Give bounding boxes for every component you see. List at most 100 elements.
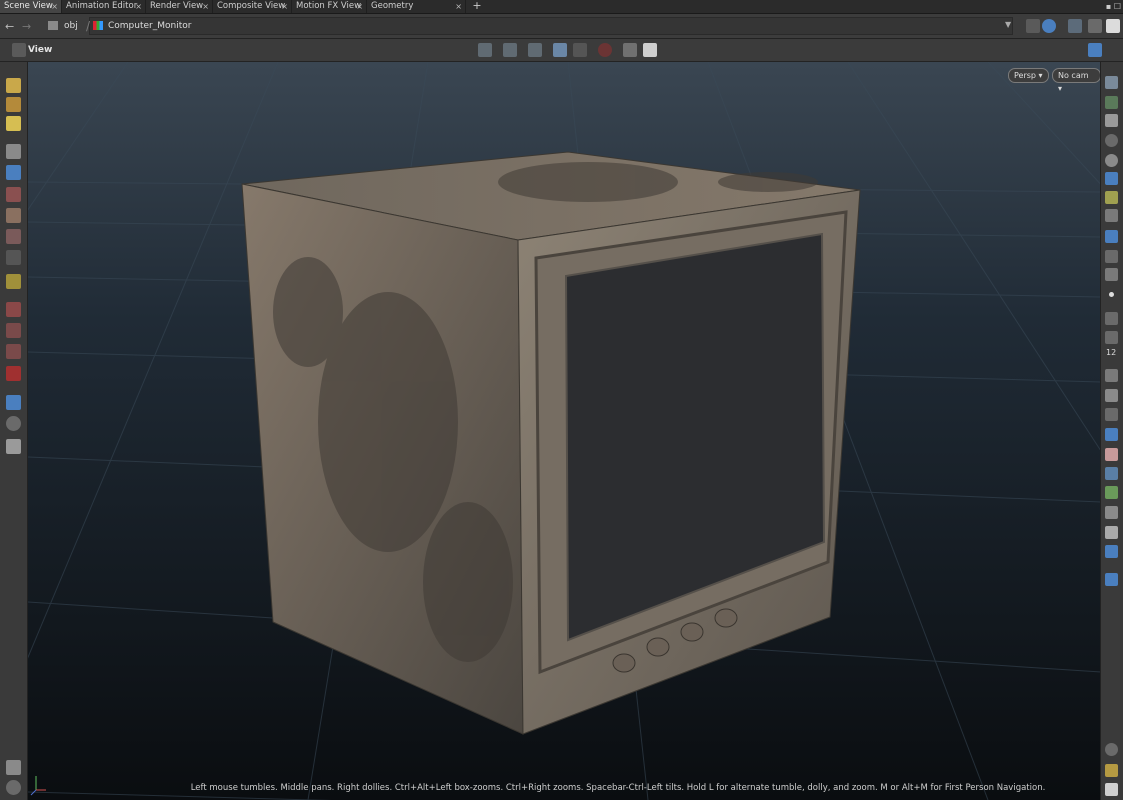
knife-icon[interactable] bbox=[1105, 428, 1118, 441]
close-icon[interactable]: × bbox=[51, 0, 58, 13]
forward-arrow-icon[interactable]: → bbox=[22, 20, 31, 33]
shade-icon[interactable] bbox=[1105, 154, 1118, 167]
viewer-label: View bbox=[28, 45, 53, 55]
number-icon[interactable]: 12 bbox=[1106, 348, 1116, 357]
viewport-canvas bbox=[28, 62, 1101, 800]
breadcrumb-node[interactable]: Computer_Monitor bbox=[108, 14, 191, 38]
right-toolbar: 12 bbox=[1100, 62, 1123, 800]
light-icon[interactable] bbox=[6, 250, 21, 265]
curve-icon[interactable] bbox=[1105, 408, 1118, 421]
desktop-icon[interactable] bbox=[1068, 19, 1082, 33]
tab-scene-view[interactable]: Scene View × bbox=[0, 0, 62, 13]
eye-icon[interactable] bbox=[1105, 783, 1118, 796]
window-controls-icon[interactable]: ▪ ☐ bbox=[1106, 0, 1121, 13]
butterfly-icon[interactable] bbox=[1105, 486, 1118, 499]
geometry-node-icon bbox=[93, 21, 103, 30]
camera-light-icon[interactable] bbox=[1105, 209, 1118, 222]
tab-label: Scene View bbox=[4, 1, 53, 11]
bulb-icon[interactable] bbox=[1105, 191, 1118, 204]
rotate-icon[interactable] bbox=[6, 302, 21, 317]
joint-icon[interactable] bbox=[1105, 506, 1118, 519]
snap-icon[interactable] bbox=[6, 344, 21, 359]
brush-icon[interactable] bbox=[1105, 331, 1118, 344]
add-tab-icon[interactable]: + bbox=[472, 0, 482, 13]
cut-icon[interactable] bbox=[1105, 369, 1118, 382]
plane-icon[interactable] bbox=[1105, 467, 1118, 480]
view-icon[interactable] bbox=[6, 208, 21, 223]
tab-animation-editor[interactable]: Animation Editor × bbox=[62, 0, 146, 13]
cd-icon[interactable] bbox=[6, 780, 21, 795]
light-icon[interactable] bbox=[1105, 573, 1118, 586]
stop-icon[interactable] bbox=[598, 43, 612, 57]
pose-icon[interactable] bbox=[1105, 268, 1118, 281]
transform-icon[interactable] bbox=[528, 43, 542, 57]
tab-label: Animation Editor bbox=[66, 1, 138, 11]
close-icon[interactable]: × bbox=[281, 0, 288, 13]
pivot-icon[interactable] bbox=[6, 395, 21, 410]
tab-label: Motion FX View bbox=[296, 1, 362, 11]
close-icon[interactable]: × bbox=[135, 0, 142, 13]
info-icon[interactable] bbox=[1105, 743, 1118, 756]
close-icon[interactable]: × bbox=[356, 0, 363, 13]
grid-icon[interactable] bbox=[1105, 764, 1118, 777]
render-settings-icon[interactable] bbox=[643, 43, 657, 57]
obj-network-icon bbox=[48, 21, 58, 30]
viewer-toolbar: View bbox=[0, 39, 1123, 62]
sculpt-icon[interactable] bbox=[6, 116, 21, 131]
cam-icon[interactable] bbox=[1105, 230, 1118, 243]
snapshot-icon[interactable] bbox=[623, 43, 637, 57]
close-icon[interactable]: × bbox=[455, 0, 462, 13]
chevron-down-icon: ▾ bbox=[1058, 84, 1063, 93]
point-icon[interactable] bbox=[1109, 292, 1114, 297]
tab-motion-fx-view[interactable]: Motion FX View × bbox=[292, 0, 367, 13]
lock-icon[interactable] bbox=[1105, 114, 1118, 127]
pane-tab-bar: Scene View × Animation Editor × Render Vie… bbox=[0, 0, 1123, 24]
close-icon[interactable]: × bbox=[202, 0, 209, 13]
select-mode-icon[interactable] bbox=[478, 43, 492, 57]
scale-icon[interactable] bbox=[6, 274, 21, 289]
xray-icon[interactable] bbox=[1105, 134, 1118, 147]
tab-label: Composite View bbox=[217, 1, 286, 11]
scene-viewport[interactable]: Persp ▾ No cam ▾ Left mouse tumbles. Mid… bbox=[28, 62, 1101, 800]
breadcrumb-root[interactable]: obj bbox=[64, 14, 78, 38]
tab-geometry-spreadsheet[interactable]: Geometry Spreadsheet× bbox=[367, 0, 466, 24]
persp-label: Persp bbox=[1014, 71, 1036, 80]
display-icon[interactable] bbox=[6, 416, 21, 431]
path-field[interactable] bbox=[89, 17, 1013, 35]
secure-select-icon[interactable] bbox=[503, 43, 517, 57]
edge-icon[interactable] bbox=[1105, 312, 1118, 325]
display-options-icon[interactable] bbox=[1105, 76, 1118, 89]
wire-icon[interactable] bbox=[1105, 96, 1118, 109]
display-options-icon[interactable] bbox=[1088, 43, 1102, 57]
checker-icon[interactable] bbox=[1105, 448, 1118, 461]
maximize-icon[interactable] bbox=[1106, 19, 1120, 33]
link-icon[interactable] bbox=[1042, 19, 1056, 33]
layout-icon[interactable] bbox=[1088, 19, 1102, 33]
pin-icon[interactable] bbox=[1026, 19, 1040, 33]
paint-icon[interactable] bbox=[1105, 389, 1118, 402]
image-icon[interactable] bbox=[1105, 545, 1118, 558]
paint-icon[interactable] bbox=[6, 78, 21, 93]
pose-icon[interactable] bbox=[6, 97, 21, 112]
safe-area-icon[interactable] bbox=[573, 43, 587, 57]
select-icon[interactable] bbox=[6, 144, 21, 159]
tab-render-view[interactable]: Render View × bbox=[146, 0, 213, 13]
camera-view-icon[interactable] bbox=[553, 43, 567, 57]
chevron-down-icon[interactable]: ▼ bbox=[1005, 20, 1011, 29]
magnet-icon[interactable] bbox=[6, 323, 21, 338]
light-icon[interactable] bbox=[1105, 172, 1118, 185]
camera-menu[interactable]: No cam ▾ bbox=[1052, 68, 1101, 93]
lock-icon[interactable] bbox=[6, 165, 21, 180]
render-icon[interactable] bbox=[6, 439, 21, 454]
pose-icon[interactable] bbox=[1105, 250, 1118, 263]
back-arrow-icon[interactable]: ← bbox=[5, 20, 14, 33]
tab-composite-view[interactable]: Composite View × bbox=[213, 0, 292, 13]
persp-camera-menu[interactable]: Persp ▾ bbox=[1008, 68, 1049, 83]
magnet-icon[interactable] bbox=[6, 366, 21, 381]
grid-settings-icon[interactable] bbox=[6, 760, 21, 775]
layer-icon[interactable] bbox=[1105, 526, 1118, 539]
camera-icon[interactable] bbox=[6, 229, 21, 244]
chevron-down-icon: ▾ bbox=[1038, 71, 1043, 80]
handle-icon[interactable] bbox=[6, 187, 21, 202]
breadcrumb-separator: / bbox=[86, 19, 91, 33]
